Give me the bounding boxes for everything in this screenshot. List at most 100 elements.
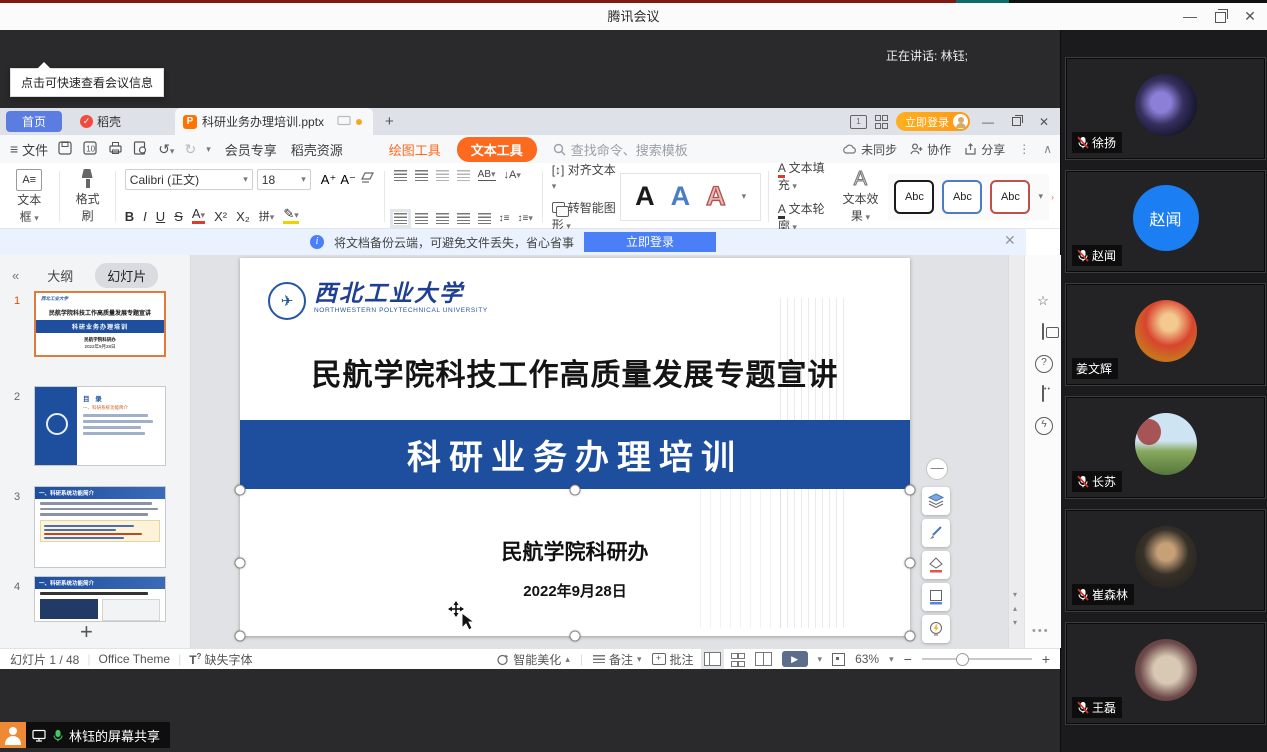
slideshow-play-button[interactable]: ▶ [782,651,808,667]
participant-tile[interactable]: 崔森林 [1065,509,1266,612]
layers-tool-button[interactable] [922,487,950,515]
assistant-robot-icon[interactable] [1035,386,1051,402]
screen-share-indicator[interactable]: 林钰的屏幕共享 [0,722,170,748]
zoom-in-button[interactable]: + [1042,651,1050,667]
missing-font-icon[interactable]: T? [189,652,201,667]
share-button[interactable]: 分享 [964,141,1005,158]
decrease-font-button[interactable]: A⁻ [340,172,356,188]
text-direction-button[interactable]: ↓A▾ [504,169,521,181]
participant-tile[interactable]: 姜文辉 [1065,283,1266,386]
canvas-scrollbar[interactable]: ▾ ▴ ▾ [1008,255,1025,648]
wordart-more-chevron[interactable]: ▾ [742,191,747,202]
line-spacing-button[interactable]: ↕≡ [499,213,510,224]
selection-handle[interactable] [235,558,246,569]
zoom-out-button[interactable]: − [904,651,912,667]
font-name-select[interactable]: Calibri (正文)▾ [125,169,253,190]
phonetic-guide-button[interactable]: 拼▾ [259,208,275,224]
zoom-level[interactable]: 63% [855,652,879,666]
wps-tab-document[interactable]: P 科研业务办理培训.pptx [175,108,373,135]
selection-handle[interactable] [905,631,916,642]
numbered-list-button[interactable] [415,170,428,181]
bullet-list-button[interactable] [394,170,407,181]
align-left-button[interactable] [394,213,407,224]
collapse-floatbar-button[interactable]: — [926,458,948,480]
slide-title[interactable]: 民航学院科技工作高质量发展专题宣讲 [240,350,910,394]
wps-minimize-button[interactable]: — [978,115,998,129]
wps-restore-button[interactable] [1006,115,1026,129]
login-button[interactable]: 立即登录 [896,112,970,131]
para-spacing-button[interactable]: ↕≡▾ [518,213,533,224]
add-slide-button[interactable]: + [80,619,93,645]
underline-button[interactable]: U [156,209,165,224]
strikethrough-button[interactable]: S [174,209,183,224]
text-style-blue[interactable]: Abc [942,180,982,214]
print-icon[interactable] [108,141,123,158]
align-center-button[interactable] [415,213,428,224]
file-menu[interactable]: 文件 [22,140,48,159]
justify-button[interactable] [457,213,470,224]
convert-smartart-button[interactable]: 转智能图形 ▾ [552,199,618,233]
text-style-black[interactable]: Abc [894,180,934,214]
slide-thumbnail-1[interactable]: 西北工业大学 民航学院科技工作高质量发展专题宣讲 科研业务办理培训 民航学院科研… [34,291,166,357]
save-icon[interactable] [58,141,73,158]
fit-to-window-icon[interactable] [832,653,845,666]
smart-beautify-button[interactable]: 智能美化▴ [496,651,570,668]
superscript-button[interactable]: X² [214,209,227,224]
clear-format-icon[interactable] [360,171,375,189]
subscript-button[interactable]: X₂ [236,209,250,224]
properties-icon[interactable] [1035,262,1051,278]
more-tools-chevron[interactable]: ▾ [206,144,211,155]
outline-tab[interactable]: 大纲 [47,266,73,285]
increase-indent-button[interactable] [457,170,470,181]
close-button[interactable]: ✕ [1235,3,1265,30]
wordart-style-2[interactable]: A [671,181,691,212]
docer-resources-menu[interactable]: 稻壳资源 [291,140,343,159]
align-right-button[interactable] [436,213,449,224]
slide-thumbnail-2[interactable]: 目 录 一、科研系统功能简介 [34,386,166,466]
meeting-info-tooltip[interactable]: 点击可快速查看会议信息 [10,68,164,97]
idea-tool-button[interactable] [922,615,950,643]
scroll-next-slide-icon[interactable]: ▾ [1013,618,1017,627]
theme-name[interactable]: Office Theme [98,652,170,666]
participant-tile[interactable]: 王磊 [1065,622,1266,725]
selection-handle[interactable] [905,485,916,496]
command-search[interactable]: 查找命令、搜索模板 [553,140,688,159]
text-fill-button[interactable]: A 文本填充 ▾ [778,159,831,193]
text-tools-tab-active[interactable]: 文本工具 [457,137,537,162]
wordart-style-1[interactable]: A [635,181,655,212]
slide-thumbnail-4[interactable]: 一、科研系统功能简介 [34,576,166,622]
draw-tools-tab[interactable]: 绘图工具 [389,140,441,159]
more-menu-icon[interactable]: ⋮ [1018,142,1030,156]
switch-windows-icon[interactable] [1035,324,1051,340]
style-gallery-more[interactable]: ▾ [1038,191,1043,202]
new-tab-button[interactable]: + [385,113,394,130]
selection-handle[interactable] [570,631,581,642]
participant-tile[interactable]: 赵闻 赵闻 [1065,170,1266,273]
slide-banner-title[interactable]: 科研业务办理培训 [240,420,910,489]
restore-button[interactable] [1205,3,1235,30]
scroll-down-icon[interactable]: ▾ [1013,590,1017,599]
zoom-slider-thumb[interactable] [956,653,969,666]
increase-font-button[interactable]: A⁺ [321,172,337,188]
format-painter-button[interactable]: 格式刷 [67,167,108,226]
slide-sorter-view-button[interactable] [731,653,745,665]
textbox-button[interactable]: A≡ 文本框 ▾ [6,167,52,226]
shape-fill-tool-button[interactable] [922,551,950,579]
text-effect-button[interactable]: A 文本效果 ▾ [832,167,888,226]
slides-tab[interactable]: 幻灯片 [95,263,158,288]
notes-button[interactable]: 备注▾ [593,651,642,668]
undo-button[interactable]: ↺▾ [158,141,174,158]
reading-view-button[interactable] [755,652,772,666]
decrease-indent-button[interactable] [436,170,449,181]
app-grid-icon[interactable] [875,115,888,128]
font-color-button[interactable]: A▾ [192,208,205,224]
wordart-style-3[interactable]: A [706,181,726,212]
zoom-slider[interactable] [922,658,1032,660]
collapse-ribbon-icon[interactable]: ∧ [1043,142,1052,156]
brush-tool-button[interactable] [922,519,950,547]
align-text-button[interactable]: [↕] 对齐文本 ▾ [552,161,618,192]
ribbon-scroll-right[interactable]: › [1051,192,1054,202]
missing-font-label[interactable]: 缺失字体 [204,651,252,668]
scroll-prev-slide-icon[interactable]: ▴ [1013,604,1017,613]
font-size-select[interactable]: 18▾ [257,169,311,190]
